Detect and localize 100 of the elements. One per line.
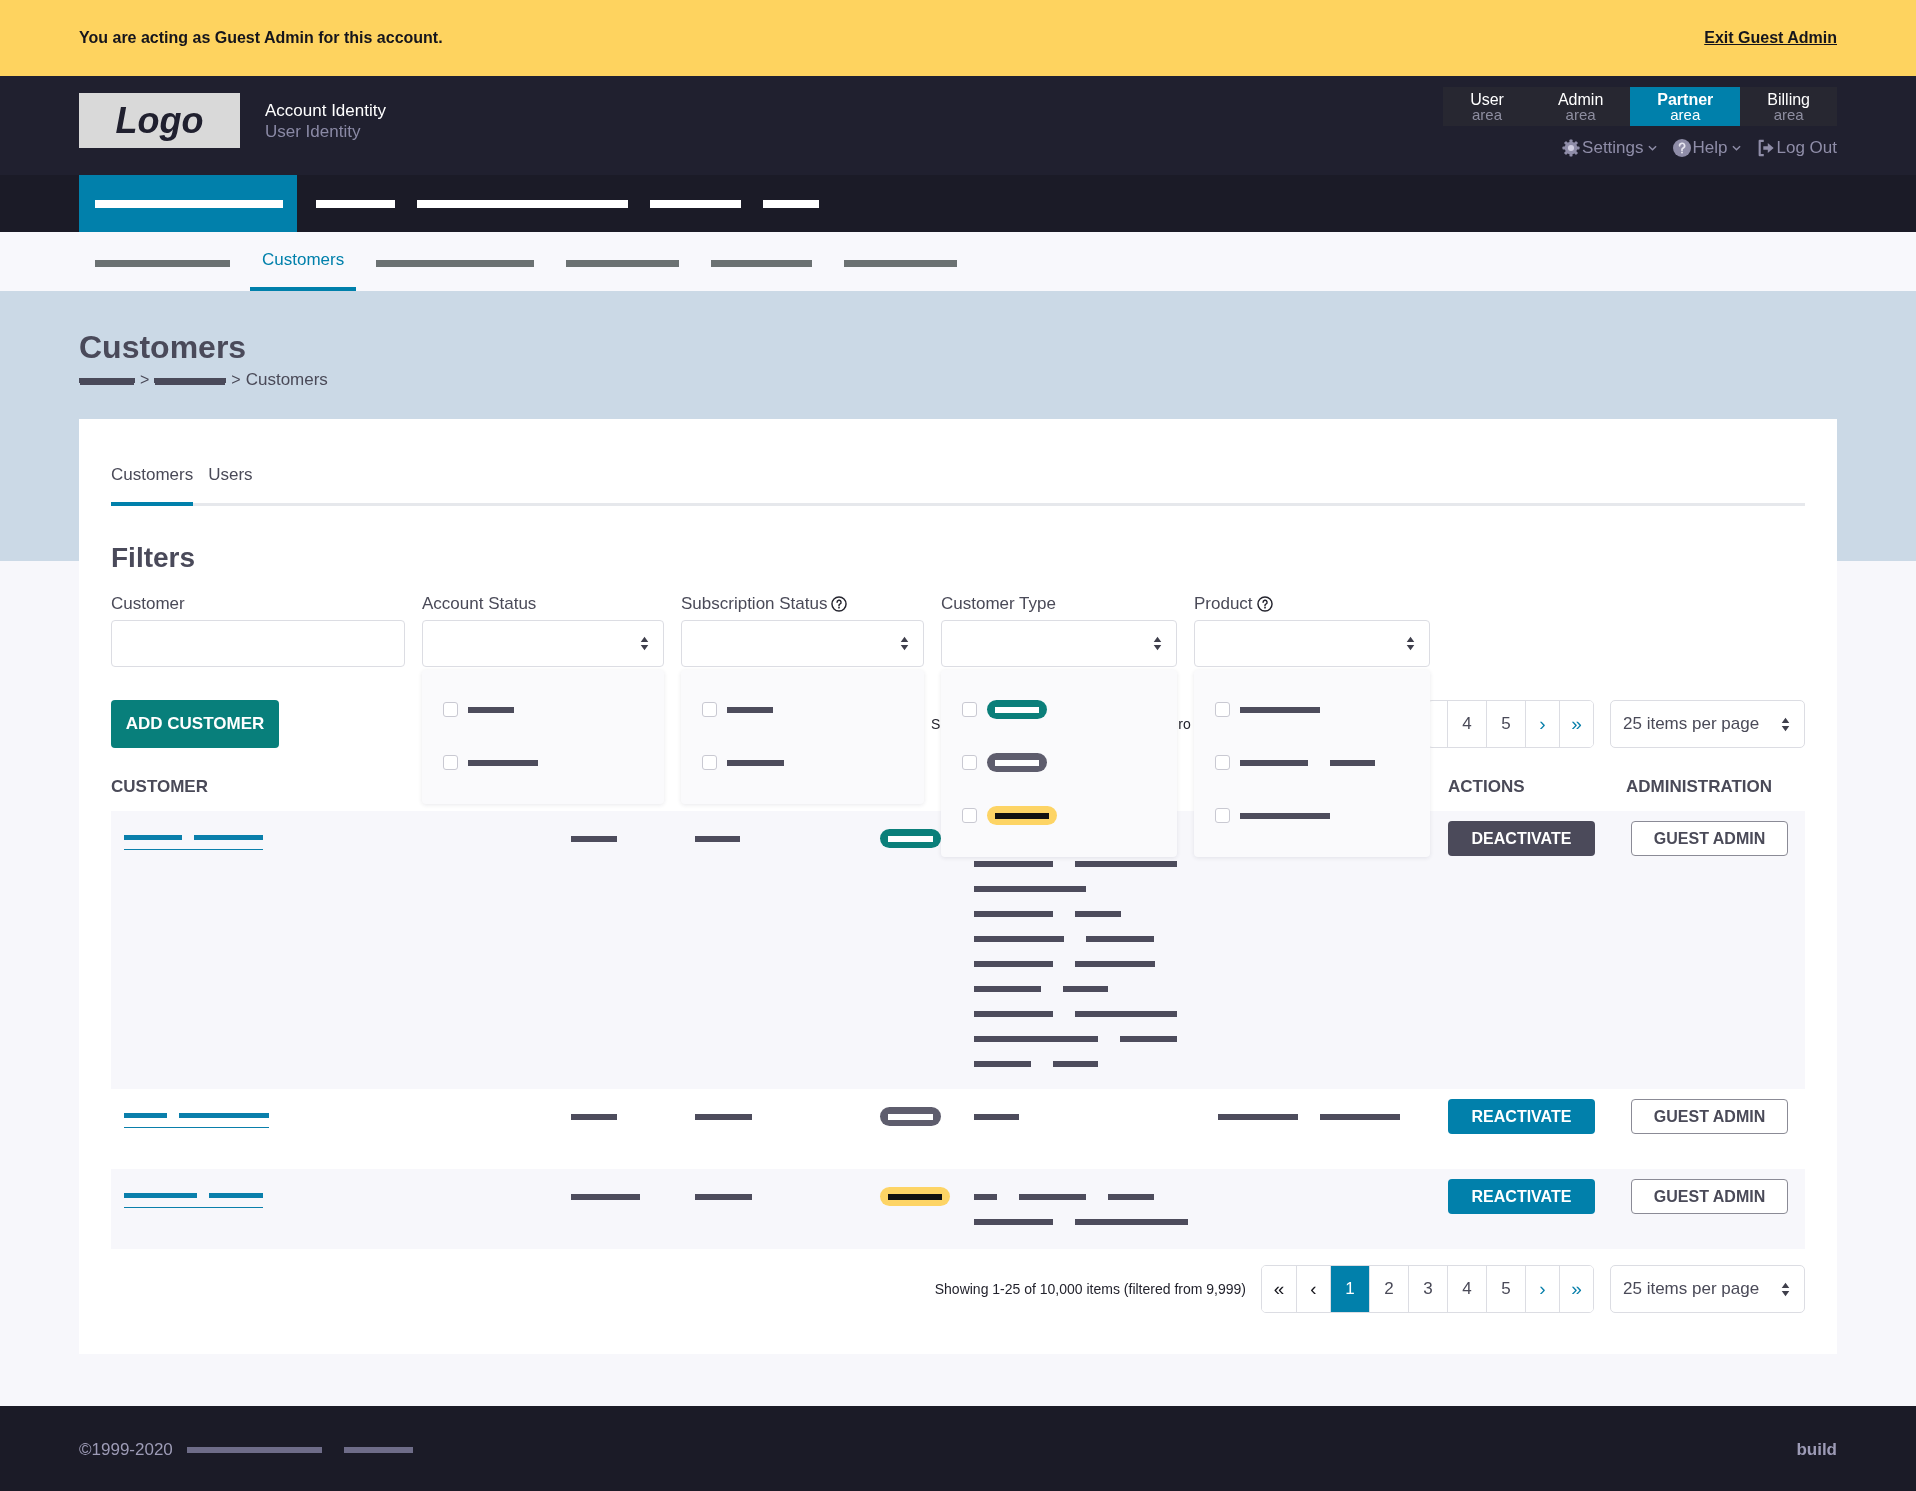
checkbox[interactable] — [443, 755, 458, 770]
text-placeholder — [571, 835, 617, 842]
checkbox[interactable] — [702, 702, 717, 717]
select-field[interactable] — [422, 620, 664, 667]
deactivate-button[interactable]: DEACTIVATE — [1448, 821, 1595, 856]
logout-icon — [1756, 139, 1775, 157]
breadcrumb-link[interactable] — [154, 377, 227, 383]
account-name: Account Identity — [265, 99, 386, 121]
guest-admin-button[interactable]: GUEST ADMIN — [1631, 1099, 1788, 1134]
area-tab[interactable]: Billing area — [1740, 87, 1837, 126]
summary-text-fragment: S — [931, 716, 941, 732]
text-placeholder — [974, 1060, 1031, 1067]
text-placeholder — [727, 706, 773, 713]
checkbox[interactable] — [1215, 808, 1230, 823]
select-field[interactable] — [681, 620, 924, 667]
checkbox[interactable] — [702, 755, 717, 770]
text-placeholder — [695, 1193, 752, 1200]
text-placeholder — [571, 1193, 640, 1200]
page-button[interactable]: » — [1559, 1266, 1593, 1312]
select-field[interactable] — [1194, 620, 1430, 667]
redacted-link[interactable] — [124, 1191, 263, 1208]
help-menu[interactable]: Help — [1672, 138, 1741, 158]
text-placeholder — [1053, 1060, 1098, 1067]
area-tab[interactable]: Admin area — [1530, 87, 1631, 126]
select-field[interactable] — [941, 620, 1177, 667]
customer-input[interactable] — [111, 620, 405, 667]
text-placeholder — [695, 835, 740, 842]
checkbox[interactable] — [443, 702, 458, 717]
nav-tab[interactable] — [417, 199, 628, 208]
banner-message: You are acting as Guest Admin for this account. — [79, 29, 443, 47]
sort-arrows-icon — [1406, 636, 1415, 651]
build-label: build — [1796, 1440, 1837, 1460]
sort-arrows-icon — [900, 636, 909, 651]
page-button[interactable]: 1 — [1330, 1266, 1369, 1312]
text-placeholder — [1240, 759, 1308, 766]
items-per-page-select[interactable]: 25 items per page — [1610, 700, 1805, 748]
text-placeholder — [695, 1113, 752, 1120]
column-header: ADMINISTRATION — [1626, 777, 1773, 797]
tab[interactable]: Customers — [111, 465, 194, 506]
checkbox[interactable] — [1215, 755, 1230, 770]
text-placeholder — [571, 1113, 617, 1120]
logo: Logo — [79, 93, 240, 148]
guest-admin-button[interactable]: GUEST ADMIN — [1631, 1179, 1788, 1214]
guest-admin-button[interactable]: GUEST ADMIN — [1631, 821, 1788, 856]
filters-heading: Filters — [111, 542, 196, 574]
filter-label: Product — [1194, 594, 1253, 614]
checkbox[interactable] — [962, 808, 977, 823]
text-placeholder — [468, 706, 514, 713]
breadcrumb-link[interactable] — [79, 377, 135, 383]
sort-arrows-icon — [640, 636, 649, 651]
text-placeholder — [1086, 935, 1154, 942]
column-header: CUSTOMER — [111, 777, 208, 797]
text-placeholder — [727, 759, 784, 766]
sort-arrows-icon — [1781, 1281, 1790, 1297]
reactivate-button[interactable]: REACTIVATE — [1448, 1099, 1595, 1134]
page-button[interactable]: » — [1559, 701, 1593, 747]
sort-arrows-icon — [1781, 716, 1790, 732]
tab[interactable]: Users — [208, 465, 253, 506]
checkbox[interactable] — [962, 755, 977, 770]
items-per-page-select[interactable]: 25 items per page — [1610, 1265, 1805, 1313]
user-name: User Identity — [265, 120, 362, 142]
area-tab[interactable]: User area — [1443, 87, 1531, 126]
copyright-text: ©1999-2020 — [79, 1440, 173, 1460]
breadcrumb-current: Customers — [245, 370, 328, 390]
settings-menu[interactable]: Settings — [1562, 138, 1657, 158]
column-header: ACTIONS — [1448, 777, 1525, 797]
checkbox[interactable] — [962, 702, 977, 717]
area-tab[interactable]: Partner area — [1630, 87, 1741, 126]
breadcrumb-separator: > — [140, 371, 150, 389]
filter-label: Customer — [111, 594, 185, 614]
text-placeholder — [974, 1193, 997, 1200]
text-placeholder — [468, 759, 538, 766]
redacted-link[interactable] — [124, 1111, 269, 1128]
gear-icon — [1562, 139, 1581, 157]
page-title: Customers — [79, 328, 247, 366]
nav-tab[interactable] — [650, 199, 741, 208]
filter-label: Account Status — [422, 594, 537, 614]
results-summary: Showing 1-25 of 10,000 items (filtered from 9,999) — [934, 1281, 1246, 1297]
logout-link[interactable]: Log Out — [1756, 138, 1837, 158]
redacted-link[interactable] — [124, 833, 263, 850]
breadcrumb-separator: > — [231, 371, 241, 389]
text-placeholder — [1019, 1193, 1086, 1200]
nav-tab[interactable] — [763, 199, 819, 208]
filter-label: Subscription Status — [681, 594, 828, 614]
nav-tab[interactable] — [316, 199, 395, 208]
add-customer-button[interactable]: ADD CUSTOMER — [111, 700, 279, 748]
sort-arrows-icon — [1153, 636, 1162, 651]
text-placeholder — [1075, 910, 1121, 917]
filter-label: Customer Type — [941, 594, 1056, 614]
summary-text-fragment: ro — [1178, 716, 1191, 732]
text-placeholder — [974, 985, 1041, 992]
text-placeholder — [1108, 1193, 1154, 1200]
exit-guest-admin-link[interactable]: Exit Guest Admin — [1704, 29, 1837, 47]
text-placeholder — [974, 1113, 1019, 1120]
text-placeholder — [1063, 985, 1108, 992]
help-icon — [1672, 139, 1691, 157]
text-placeholder — [1330, 759, 1375, 766]
reactivate-button[interactable]: REACTIVATE — [1448, 1179, 1595, 1214]
text-placeholder — [1120, 1035, 1177, 1042]
checkbox[interactable] — [1215, 702, 1230, 717]
